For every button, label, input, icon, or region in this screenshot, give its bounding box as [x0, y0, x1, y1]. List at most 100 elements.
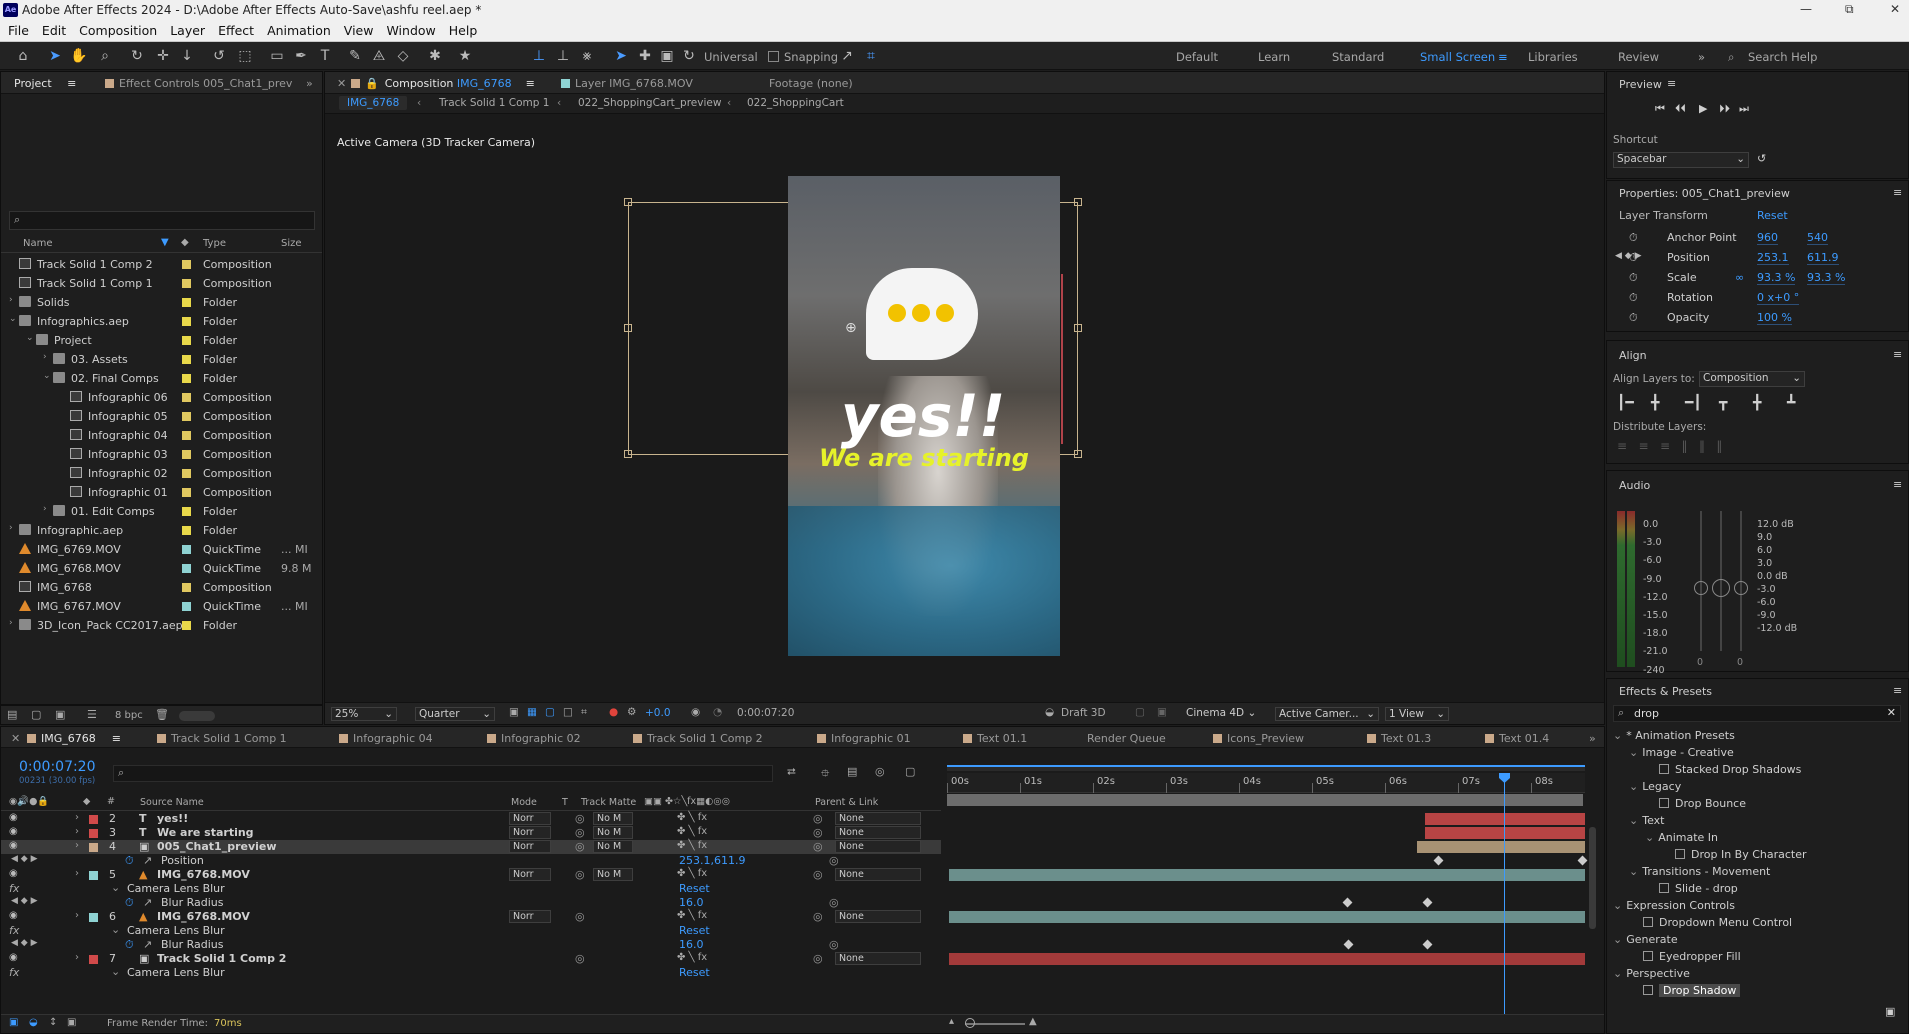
label-swatch[interactable]	[182, 488, 191, 497]
snapping-checkbox[interactable]	[768, 51, 779, 62]
parent-pickwhip-icon[interactable]: ◎	[813, 868, 823, 881]
effects-search-input[interactable]: ⌕ drop ✕	[1613, 705, 1901, 722]
track-matte-select[interactable]: No M	[593, 812, 633, 825]
keyframe-nav-icon[interactable]: ◀ ◆ ▶	[11, 896, 38, 906]
timeline-tab[interactable]: Text 01.1	[963, 732, 1027, 745]
zoom-out-icon[interactable]: ▴	[949, 1016, 954, 1027]
label-swatch[interactable]	[89, 829, 98, 838]
fx-icon[interactable]: fx	[9, 882, 19, 895]
local-axis-icon[interactable]: ⊥	[530, 47, 548, 65]
track-matte-select[interactable]: No M	[593, 840, 633, 853]
zoom-in-icon[interactable]: ▲	[1029, 1016, 1037, 1027]
trash-icon[interactable]: 🗑	[155, 708, 169, 721]
render-time-icon[interactable]: ▣	[67, 1017, 76, 1028]
stopwatch-icon[interactable]: ⏱	[1629, 311, 1638, 325]
effects-folder[interactable]: ⌄ Image - Creative	[1629, 746, 1734, 759]
label-swatch[interactable]	[182, 564, 191, 573]
align-to-select[interactable]: Composition ⌄	[1699, 371, 1805, 387]
new-preset-icon[interactable]: ▣	[1885, 1005, 1895, 1018]
menu-file[interactable]: File	[0, 20, 34, 38]
timeline-layer-row[interactable]: ◉ › 5 ▲ IMG_6768.MOV Norr ◎ No M ✤ ╲ fx ◎ None	[1, 868, 941, 882]
property-value[interactable]: 253.1	[1757, 251, 1789, 265]
timeline-effect-row[interactable]: fx ⌄ Camera Lens Blur Reset	[1, 881, 941, 896]
zoom-select[interactable]: 25% ⌄	[331, 707, 397, 721]
draft3d-icon[interactable]: ◒	[1045, 706, 1054, 718]
layer-name[interactable]: Track Solid 1 Comp 2	[157, 952, 286, 965]
menu-help[interactable]: Help	[441, 20, 483, 38]
flowchart-icon[interactable]: ☰	[87, 708, 97, 721]
type-tool-icon[interactable]: T	[316, 47, 334, 65]
property-value[interactable]: 100 %	[1757, 311, 1792, 325]
project-item[interactable]: › 3D_Icon_Pack CC2017.aep Folder	[1, 616, 321, 635]
chevron-down-icon[interactable]: ⌄	[111, 881, 120, 894]
fast-preview-icon[interactable]: ▣	[509, 706, 519, 718]
project-item[interactable]: IMG_6769.MOV QuickTime ... MI	[1, 540, 321, 559]
layer-switches[interactable]: ✤ ╲ fx	[677, 910, 707, 921]
effects-folder[interactable]: ⌄ Text	[1629, 814, 1664, 827]
project-item[interactable]: IMG_6767.MOV QuickTime ... MI	[1, 597, 321, 616]
track-matte-select[interactable]: No M	[593, 868, 633, 881]
timeline-tab[interactable]: Text 01.4	[1485, 732, 1549, 745]
timeline-layer-row[interactable]: ◉ › 2 Tyes!! Norr ◎ No M ✤ ╲ fx ◎ None	[1, 812, 941, 826]
tab-project[interactable]: Project ≡	[14, 77, 76, 90]
transform-handle[interactable]	[624, 198, 632, 206]
exposure-reset-icon[interactable]: ⚙	[627, 706, 636, 718]
comp-timecode[interactable]: 0:00:07:20	[737, 707, 794, 719]
time-ruler[interactable]	[947, 773, 1585, 793]
twirl-icon[interactable]: ›	[75, 868, 79, 879]
rotate-gizmo-icon[interactable]: ↻	[680, 47, 698, 65]
effect-reset-button[interactable]: Reset	[679, 924, 710, 937]
twirl-icon[interactable]: ›	[75, 910, 79, 921]
label-swatch[interactable]	[89, 913, 98, 922]
blend-mode-select[interactable]: Norr	[509, 812, 551, 825]
timeline-effect-row[interactable]: fx ⌄ Camera Lens Blur Reset	[1, 965, 941, 980]
layer-name[interactable]: yes!!	[157, 812, 188, 825]
project-item[interactable]: › 03. Assets Folder	[1, 350, 321, 369]
expression-pickwhip-icon[interactable]: ◎	[829, 896, 839, 909]
timeline-search-input[interactable]: ⌕	[113, 765, 773, 782]
menu-icon[interactable]: ≡	[526, 77, 535, 90]
workspace-review[interactable]: Review	[1618, 50, 1659, 64]
anchor-point-icon[interactable]: ⊕	[845, 320, 857, 336]
property-value[interactable]: 16.0	[679, 938, 704, 951]
menu-icon[interactable]: ≡	[112, 732, 121, 745]
renderer-select[interactable]: Cinema 4D ⌄	[1183, 707, 1271, 721]
chevron-down-icon[interactable]: ⌄	[43, 371, 51, 381]
thumbnail-slider[interactable]	[179, 711, 215, 721]
playhead[interactable]	[1504, 773, 1505, 1015]
menu-icon[interactable]: ≡	[1893, 684, 1902, 697]
property-value[interactable]: 0 x+0 °	[1757, 291, 1800, 305]
effects-folder[interactable]: ⌄ Generate	[1613, 933, 1678, 946]
label-swatch[interactable]	[182, 583, 191, 592]
move-gizmo-icon[interactable]: ✚	[636, 47, 654, 65]
layer-switches-icon[interactable]: ▣	[9, 1017, 18, 1028]
timeline-tab[interactable]: Track Solid 1 Comp 2	[633, 732, 763, 745]
twirl-icon[interactable]: ›	[75, 826, 79, 837]
expression-pickwhip-icon[interactable]: ◎	[829, 938, 839, 951]
parent-select[interactable]: None	[835, 840, 921, 853]
timeline-property-row[interactable]: ◀ ◆ ▶ ⏱ ↗ Blur Radius 16.0 ◎	[1, 938, 941, 952]
project-item[interactable]: ⌄ Infographics.aep Folder	[1, 312, 321, 331]
align-v-center-icon[interactable]: ╋	[1753, 395, 1761, 411]
home-icon[interactable]: ⌂	[14, 47, 32, 65]
chevron-right-icon[interactable]: ›	[43, 504, 47, 514]
layer-name[interactable]: IMG_6768.MOV	[157, 868, 250, 881]
exposure-value[interactable]: +0.0	[645, 707, 671, 719]
parent-select[interactable]: None	[835, 826, 921, 839]
timeline-tab[interactable]: Track Solid 1 Comp 1	[157, 732, 287, 745]
timeline-property-row[interactable]: ◀ ◆ ▶ ⏱ ↗ Position 253.1,611.9 ◎	[1, 854, 941, 868]
eraser-tool-icon[interactable]: ◇	[394, 47, 412, 65]
timeline-tab[interactable]: Infographic 01	[817, 732, 911, 745]
menu-icon[interactable]: ≡	[67, 77, 76, 90]
parent-select[interactable]: None	[835, 910, 921, 923]
stopwatch-icon[interactable]: ⏱	[125, 854, 134, 868]
chevron-down-icon[interactable]: ⌄	[26, 333, 34, 343]
effects-folder[interactable]: ⌄ * Animation Presets	[1613, 729, 1735, 742]
rectangle-tool-icon[interactable]: ▭	[268, 47, 286, 65]
color-channels-icon[interactable]: ●	[609, 706, 618, 718]
project-item[interactable]: › Infographic.aep Folder	[1, 521, 321, 540]
property-value[interactable]: 611.9	[1807, 251, 1839, 265]
blend-mode-select[interactable]: Norr	[509, 910, 551, 923]
menu-icon[interactable]: ≡	[1667, 77, 1676, 90]
keyframe-icon[interactable]	[1433, 855, 1444, 866]
